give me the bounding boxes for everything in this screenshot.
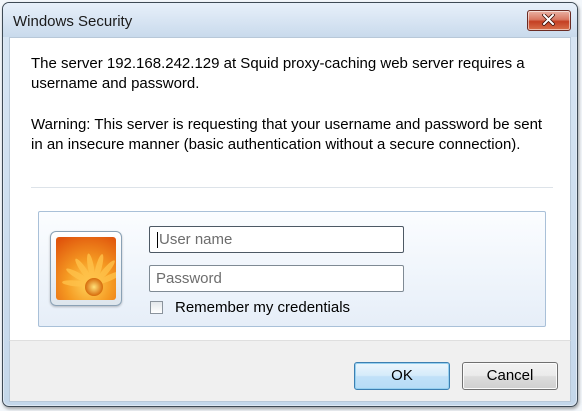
close-icon — [542, 14, 555, 26]
cancel-button[interactable]: Cancel — [462, 362, 558, 390]
text-caret — [157, 232, 158, 248]
server-prompt-text: The server 192.168.242.129 at Squid prox… — [31, 55, 525, 92]
button-bar: OK Cancel — [9, 340, 571, 402]
user-tile-flower-icon — [56, 237, 116, 300]
window-title: Windows Security — [13, 13, 133, 30]
separator — [31, 187, 553, 188]
close-button[interactable] — [527, 10, 571, 31]
avatar — [50, 231, 122, 306]
dialog-window: Windows Security The server 192.168.242.… — [2, 2, 578, 407]
remember-credentials-label[interactable]: Remember my credentials — [175, 299, 350, 316]
title-bar[interactable]: Windows Security — [3, 3, 577, 37]
username-placeholder: User name — [159, 231, 233, 248]
username-field[interactable]: User name — [149, 226, 404, 253]
remember-credentials-checkbox[interactable] — [150, 301, 163, 314]
ok-button[interactable]: OK — [354, 362, 450, 390]
password-field[interactable]: Password — [149, 265, 404, 292]
password-placeholder: Password — [156, 270, 222, 287]
security-warning-text: Warning: This server is requesting that … — [31, 116, 543, 153]
credential-tile: User name Password Remember my credentia… — [38, 211, 546, 327]
dialog-content: The server 192.168.242.129 at Squid prox… — [9, 37, 571, 341]
